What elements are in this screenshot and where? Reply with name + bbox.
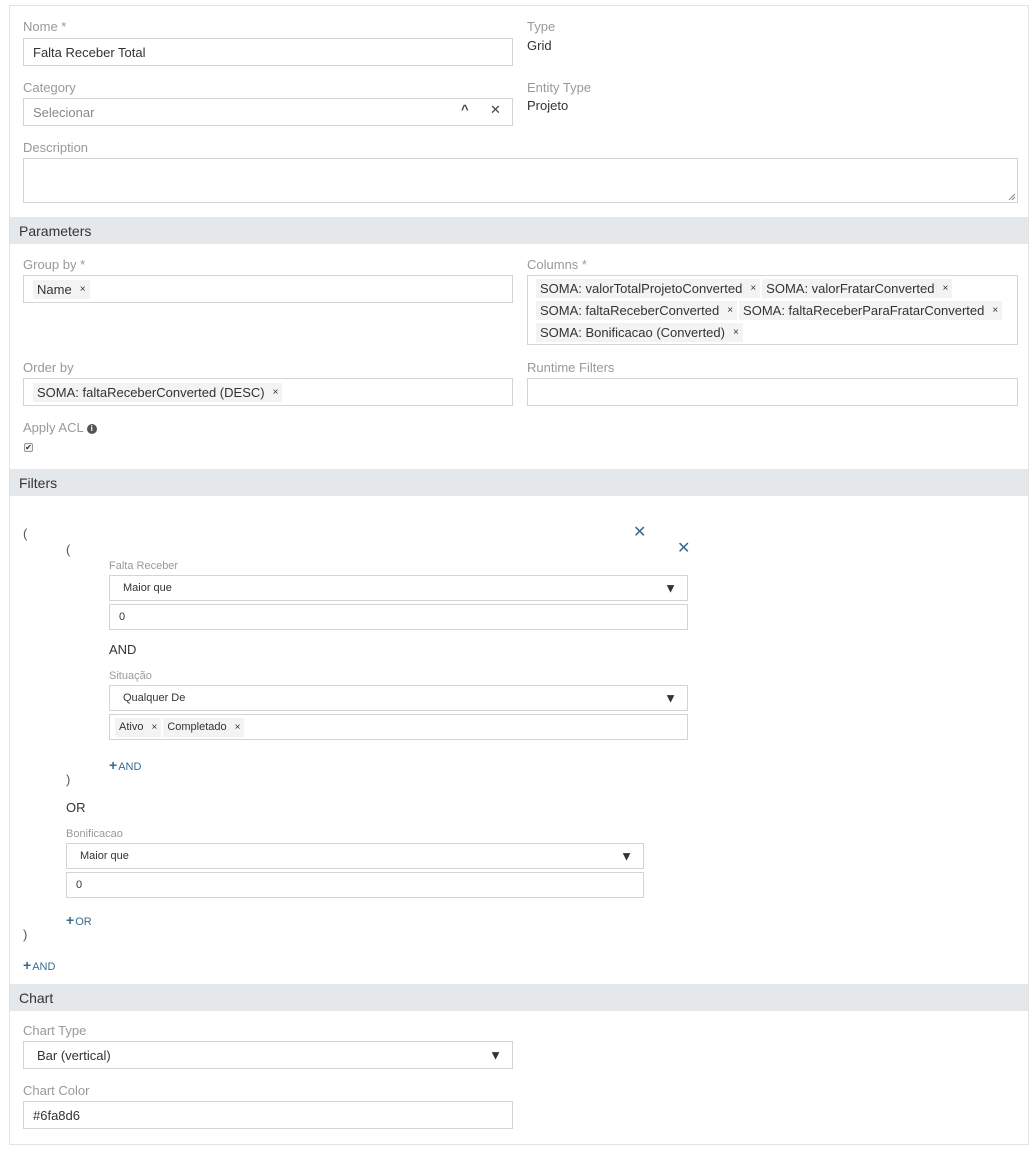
situacao-operator: Qualquer De [123, 692, 186, 704]
chart-type-label: Chart Type [23, 1023, 87, 1038]
column-tag: SOMA: faltaReceberConverted × [536, 300, 738, 320]
tag-label: Name [37, 281, 72, 297]
situacao-tag: Ativo × [115, 717, 162, 737]
remove-tag-icon[interactable]: × [943, 280, 949, 297]
bonificacao-operator-select[interactable]: Maior que ▼ [66, 843, 644, 869]
info-icon[interactable]: i [86, 424, 97, 434]
name-label: Nome * [23, 19, 67, 34]
parameters-header: Parameters [10, 217, 1028, 244]
tag-label: Completado [167, 720, 227, 733]
chart-color-input[interactable]: #6fa8d6 [23, 1101, 513, 1129]
inner-group-close-paren: ) [66, 772, 71, 787]
add-and-outer-label: AND [32, 961, 56, 973]
group-by-input[interactable]: Name × [23, 275, 513, 303]
columns-input[interactable]: SOMA: valorTotalProjetoConverted × SOMA: … [527, 275, 1018, 345]
report-edit-panel: Nome * Falta Receber Total Type Grid Cat… [9, 5, 1029, 1145]
chart-color-label: Chart Color [23, 1083, 90, 1098]
entity-type-value: Projeto [527, 98, 569, 113]
bonificacao-label: Bonificacao [66, 828, 123, 840]
chart-header: Chart [10, 984, 1028, 1011]
filters-header: Filters [10, 469, 1028, 496]
column-tag: SOMA: faltaReceberParaFratarConverted × [739, 300, 1003, 320]
add-and-inner-label: AND [118, 761, 142, 773]
chart-type-select[interactable]: Bar (vertical) ▼ [23, 1041, 513, 1069]
bonificacao-value: 0 [76, 879, 83, 891]
tag-label: SOMA: faltaReceberConverted (DESC) [37, 384, 265, 400]
add-and-inner-link[interactable]: +AND [109, 757, 141, 773]
remove-tag-icon[interactable]: × [80, 281, 86, 298]
plus-icon: + [23, 957, 32, 973]
group-open-paren: ( [23, 526, 28, 541]
falta-receber-value: 0 [119, 611, 126, 623]
remove-group-icon[interactable]: ✕ [633, 525, 646, 541]
bonificacao-value-input[interactable]: 0 [66, 872, 644, 898]
plus-icon: + [66, 912, 75, 928]
description-textarea[interactable] [23, 158, 1018, 203]
inner-group-open-paren: ( [66, 542, 71, 557]
situacao-label: Situação [109, 670, 152, 682]
remove-tag-icon[interactable]: × [992, 302, 998, 319]
apply-acl-label: Apply ACL i [23, 420, 97, 435]
remove-inner-group-icon[interactable]: ✕ [677, 541, 690, 557]
category-placeholder: Selecionar [33, 104, 95, 120]
bonificacao-operator: Maior que [80, 850, 129, 862]
description-label: Description [23, 140, 89, 155]
chart-color-value: #6fa8d6 [33, 1107, 80, 1123]
remove-tag-icon[interactable]: × [727, 302, 733, 319]
order-by-input[interactable]: SOMA: faltaReceberConverted (DESC) × [23, 378, 513, 406]
type-value: Grid [527, 38, 552, 53]
situacao-values-input[interactable]: Ativo × Completado × [109, 714, 688, 740]
runtime-filters-input[interactable] [527, 378, 1018, 406]
resize-handle-icon[interactable] [1007, 192, 1015, 200]
dropdown-arrow-icon: ▼ [620, 848, 633, 864]
situacao-operator-select[interactable]: Qualquer De ▼ [109, 685, 688, 711]
tag-label: Ativo [119, 720, 144, 733]
column-tag: SOMA: Bonificacao (Converted) × [536, 322, 743, 342]
tag-label: SOMA: faltaReceberConverted [540, 302, 720, 318]
remove-tag-icon[interactable]: × [733, 324, 739, 341]
falta-receber-operator-select[interactable]: Maior que ▼ [109, 575, 688, 601]
name-value: Falta Receber Total [33, 44, 146, 60]
add-and-outer-link[interactable]: +AND [23, 957, 55, 973]
add-or-label: OR [75, 916, 92, 928]
dropdown-arrow-icon: ▼ [489, 1047, 502, 1063]
chart-type-value: Bar (vertical) [37, 1047, 111, 1063]
group-by-tag: Name × [33, 279, 90, 299]
situacao-tag: Completado × [163, 717, 245, 737]
columns-label: Columns * [527, 257, 587, 272]
group-close-paren: ) [23, 927, 28, 942]
column-tag: SOMA: valorTotalProjetoConverted × [536, 278, 761, 298]
order-by-tag: SOMA: faltaReceberConverted (DESC) × [33, 382, 283, 402]
chevron-up-icon[interactable]: ^ [461, 102, 469, 117]
order-by-label: Order by [23, 360, 74, 375]
remove-tag-icon[interactable]: × [273, 384, 279, 401]
plus-icon: + [109, 757, 118, 773]
dropdown-arrow-icon: ▼ [664, 580, 677, 596]
falta-receber-label: Falta Receber [109, 560, 179, 572]
category-label: Category [23, 80, 76, 95]
name-input[interactable]: Falta Receber Total [23, 38, 513, 66]
clear-category-icon[interactable]: ✕ [490, 102, 501, 118]
add-or-link[interactable]: +OR [66, 912, 92, 928]
falta-receber-operator: Maior que [123, 582, 172, 594]
remove-tag-icon[interactable]: × [151, 719, 157, 736]
tag-label: SOMA: valorFratarConverted [766, 280, 935, 296]
group-by-label: Group by * [23, 257, 86, 272]
apply-acl-text: Apply ACL [23, 420, 84, 435]
apply-acl-checkbox[interactable]: ✔ [24, 443, 33, 452]
runtime-filters-label: Runtime Filters [527, 360, 615, 375]
tag-label: SOMA: Bonificacao (Converted) [540, 324, 725, 340]
column-tag: SOMA: valorFratarConverted × [762, 278, 953, 298]
tag-label: SOMA: valorTotalProjetoConverted [540, 280, 743, 296]
and-operator: AND [109, 642, 137, 657]
entity-type-label: Entity Type [527, 80, 592, 95]
remove-tag-icon[interactable]: × [750, 280, 756, 297]
falta-receber-value-input[interactable]: 0 [109, 604, 688, 630]
or-operator: OR [66, 800, 86, 815]
remove-tag-icon[interactable]: × [235, 719, 241, 736]
type-label: Type [527, 19, 556, 34]
dropdown-arrow-icon: ▼ [664, 690, 677, 706]
category-select[interactable]: Selecionar [23, 98, 513, 126]
tag-label: SOMA: faltaReceberParaFratarConverted [743, 302, 985, 318]
